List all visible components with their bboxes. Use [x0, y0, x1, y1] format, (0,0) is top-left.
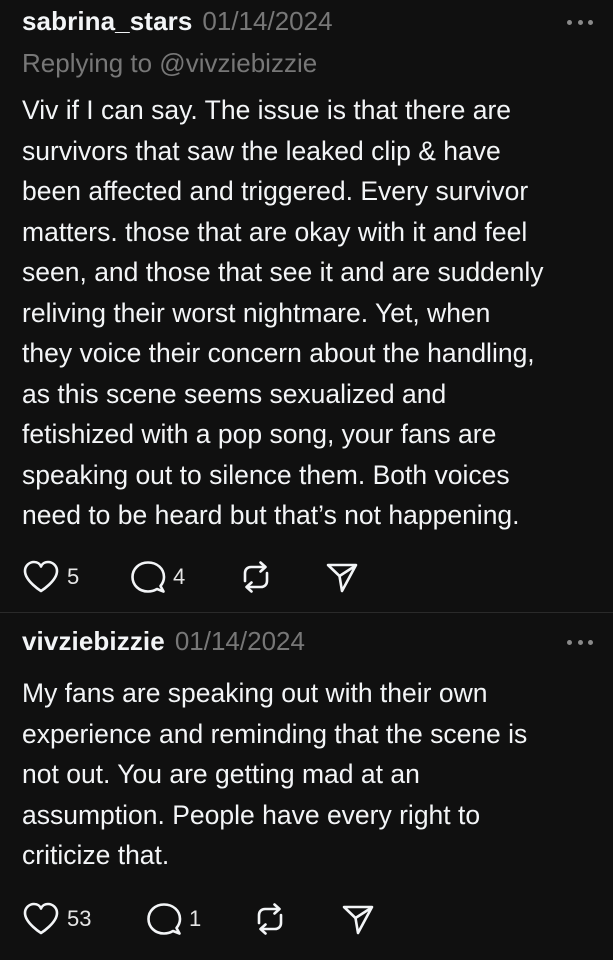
like-button[interactable]: 53 [22, 899, 91, 939]
reply-count: 1 [189, 906, 202, 931]
reply-context[interactable]: Replying to @vivziebizzie [22, 48, 317, 79]
post-text: My fans are speaking out with their own … [22, 678, 528, 870]
post-header: vivziebizzie 01/14/2024 [22, 626, 305, 662]
heart-icon [23, 902, 59, 935]
share-button[interactable] [324, 557, 360, 597]
post-text: Viv if I can say. The issue is that ther… [22, 95, 544, 530]
post-divider [0, 612, 613, 613]
more-icon[interactable] [567, 18, 593, 26]
comment-icon [131, 561, 166, 593]
repost-button[interactable] [238, 557, 274, 597]
more-icon[interactable] [567, 638, 593, 646]
share-button[interactable] [340, 899, 376, 939]
repost-icon [257, 903, 283, 935]
like-button[interactable]: 5 [22, 557, 79, 597]
post-header: sabrina_stars 01/14/2024 [22, 6, 333, 42]
like-count: 53 [67, 906, 92, 931]
repost-button[interactable] [252, 899, 288, 939]
reply-button[interactable]: 4 [130, 557, 185, 597]
reply-button[interactable]: 1 [146, 899, 201, 939]
post-username[interactable]: vivziebizzie [22, 626, 165, 657]
send-icon [342, 905, 374, 935]
post-username[interactable]: sabrina_stars [22, 6, 192, 37]
send-icon [326, 563, 358, 593]
heart-icon [23, 560, 59, 593]
comment-icon [147, 903, 182, 935]
repost-icon [243, 561, 269, 593]
post-date: 01/14/2024 [174, 626, 305, 656]
reply-count: 4 [173, 564, 186, 589]
post-date: 01/14/2024 [202, 6, 333, 36]
like-count: 5 [67, 564, 80, 589]
